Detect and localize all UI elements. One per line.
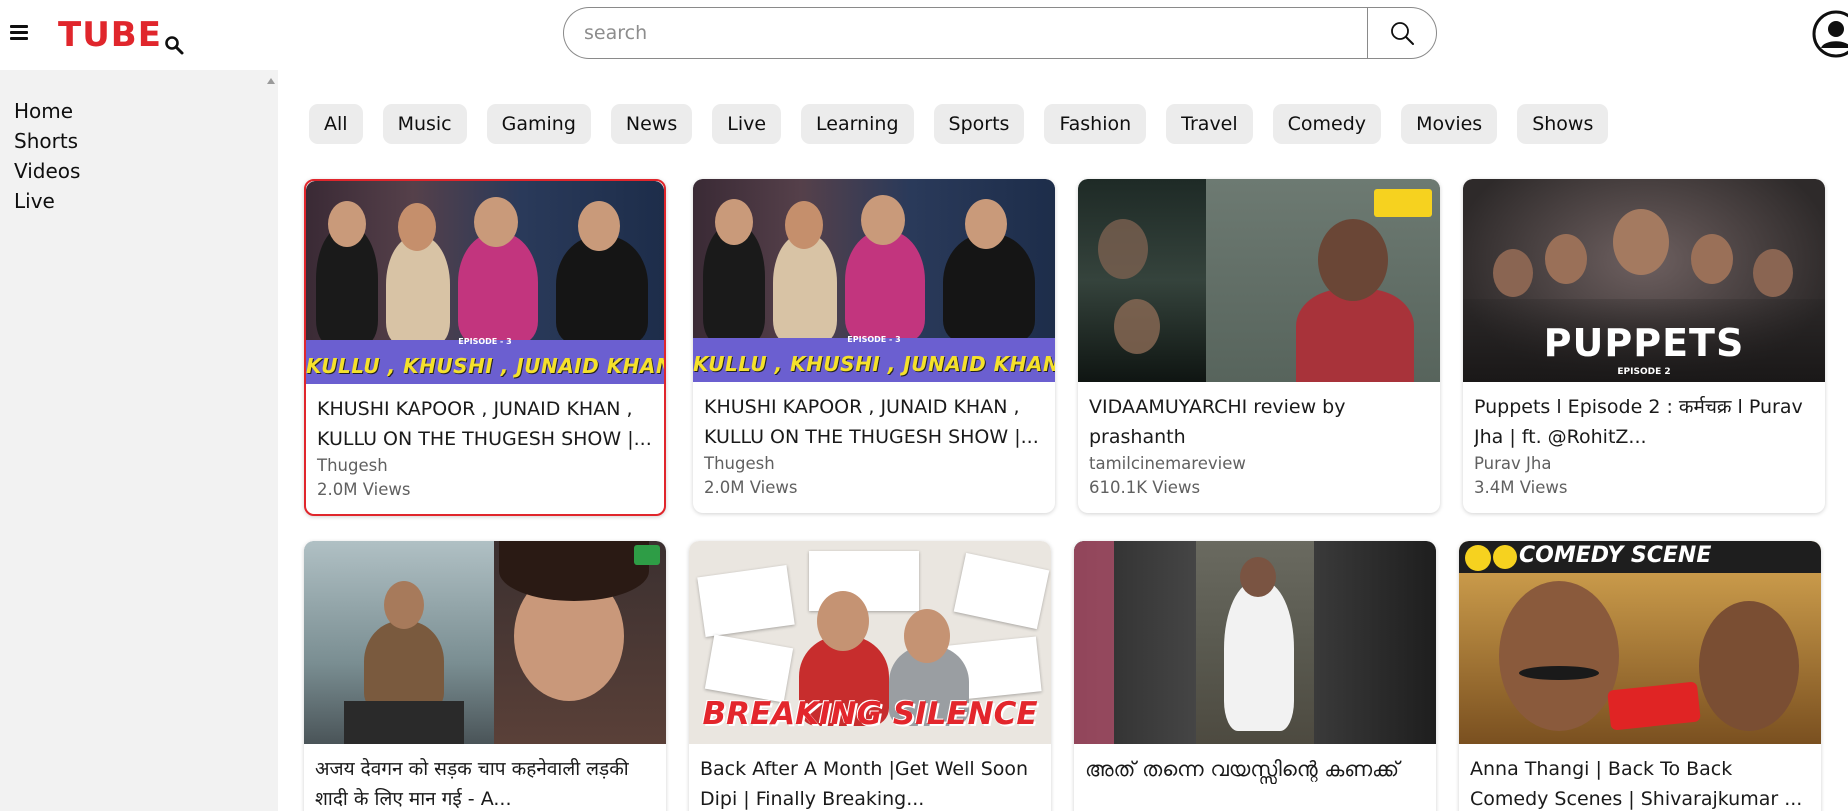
search-bar	[563, 7, 1437, 59]
video-title[interactable]: KHUSHI KAPOOR , JUNAID KHAN , KULLU ON T…	[704, 392, 1044, 452]
chip-learning[interactable]: Learning	[801, 104, 914, 144]
chip-all[interactable]: All	[309, 104, 363, 144]
thumbnail-caption: PUPPETS	[1543, 321, 1745, 365]
video-title[interactable]: अजय देवगन को सड़क चाप कहनेवाली लड़की शाद…	[315, 754, 655, 811]
sidebar-item-live[interactable]: Live	[14, 186, 80, 216]
chip-sports[interactable]: Sports	[933, 104, 1025, 144]
video-card[interactable]: BREAKING SILENCE Back After A Month |Get…	[689, 541, 1051, 811]
search-button[interactable]	[1367, 7, 1437, 59]
video-info: KHUSHI KAPOOR , JUNAID KHAN , KULLU ON T…	[306, 384, 664, 514]
chip-live[interactable]: Live	[712, 104, 782, 144]
chip-gaming[interactable]: Gaming	[486, 104, 591, 144]
view-count: 3.4M Views	[1474, 478, 1568, 497]
video-card[interactable]: EPISODE - 3 KULLU , KHUSHI , JUNAID KHAN…	[693, 179, 1055, 513]
chip-fashion[interactable]: Fashion	[1044, 104, 1147, 144]
chip-travel[interactable]: Travel	[1166, 104, 1253, 144]
video-title[interactable]: Puppets l Episode 2 : कर्मचक्र l Purav J…	[1474, 392, 1814, 452]
video-thumbnail[interactable]: PUPPETS EPISODE 2	[1463, 179, 1825, 382]
video-info: अजय देवगन को सड़क चाप कहनेवाली लड़की शाद…	[304, 744, 666, 811]
thumbnail-caption: BREAKING SILENCE	[702, 696, 1038, 732]
video-info: അത് തന്നെ വയസ്സിന്റെ കണക്ക്	[1074, 744, 1436, 796]
video-info: Puppets l Episode 2 : कर्मचक्र l Purav J…	[1463, 382, 1825, 512]
view-count: 610.1K Views	[1089, 478, 1201, 497]
hamburger-menu-icon[interactable]	[10, 22, 34, 46]
video-thumbnail[interactable]	[1074, 541, 1436, 744]
video-thumbnail[interactable]	[304, 541, 666, 744]
chip-shows[interactable]: Shows	[1517, 104, 1609, 144]
sidebar-item-shorts[interactable]: Shorts	[14, 126, 80, 156]
video-title[interactable]: Anna Thangi | Back To Back Comedy Scenes…	[1470, 754, 1810, 811]
chip-comedy[interactable]: Comedy	[1272, 104, 1382, 144]
search-icon	[1391, 22, 1414, 45]
video-thumbnail[interactable]: EPISODE - 3 KULLU , KHUSHI , JUNAID KHAN	[306, 181, 664, 384]
video-info: KHUSHI KAPOOR , JUNAID KHAN , KULLU ON T…	[693, 382, 1055, 512]
video-thumbnail[interactable]: BREAKING SILENCE	[689, 541, 1051, 744]
user-avatar-icon[interactable]	[1812, 10, 1848, 58]
chip-movies[interactable]: Movies	[1401, 104, 1498, 144]
sidebar-nav: Home Shorts Videos Live	[14, 96, 80, 216]
video-title[interactable]: KHUSHI KAPOOR , JUNAID KHAN , KULLU ON T…	[317, 394, 653, 454]
thumbnail-subcaption: EPISODE - 3	[847, 335, 901, 344]
channel-name[interactable]: tamilcinemareview	[1089, 452, 1429, 476]
top-bar: TUBE	[0, 0, 1848, 70]
video-title[interactable]: അത് തന്നെ വയസ്സിന്റെ കണക്ക്	[1085, 754, 1425, 784]
video-card[interactable]: EPISODE - 3 KULLU , KHUSHI , JUNAID KHAN…	[304, 179, 666, 516]
sidebar-item-home[interactable]: Home	[14, 96, 80, 126]
search-input[interactable]	[563, 7, 1367, 59]
video-card[interactable]: അത് തന്നെ വയസ്സിന്റെ കണക്ക്	[1074, 541, 1436, 811]
video-card[interactable]: अजय देवगन को सड़क चाप कहनेवाली लड़की शाद…	[304, 541, 666, 811]
logo-text: TUBE	[58, 15, 162, 55]
thumbnail-caption: COMEDY SCENE	[1519, 543, 1712, 568]
channel-name[interactable]: Purav Jha	[1474, 452, 1814, 476]
video-info: Anna Thangi | Back To Back Comedy Scenes…	[1459, 744, 1821, 811]
video-title[interactable]: Back After A Month |Get Well Soon Dipi |…	[700, 754, 1040, 811]
channel-name[interactable]: Thugesh	[317, 454, 653, 478]
chip-news[interactable]: News	[610, 104, 693, 144]
sidebar-scrollbar[interactable]	[264, 70, 278, 811]
video-thumbnail[interactable]: COMEDY SCENE	[1459, 541, 1821, 744]
video-thumbnail[interactable]: EPISODE - 3 KULLU , KHUSHI , JUNAID KHAN	[693, 179, 1055, 382]
thumbnail-caption: KULLU , KHUSHI , JUNAID KHAN	[306, 354, 664, 378]
view-count: 2.0M Views	[317, 480, 411, 499]
sidebar-item-videos[interactable]: Videos	[14, 156, 80, 186]
video-card[interactable]: PUPPETS EPISODE 2 Puppets l Episode 2 : …	[1463, 179, 1825, 513]
logo[interactable]: TUBE	[58, 14, 185, 56]
video-thumbnail[interactable]	[1078, 179, 1440, 382]
thumbnail-caption: KULLU , KHUSHI , JUNAID KHAN	[693, 352, 1055, 376]
thumbnail-subcaption: EPISODE - 3	[458, 337, 512, 346]
view-count: 2.0M Views	[704, 478, 798, 497]
channel-name[interactable]: Thugesh	[704, 452, 1044, 476]
scroll-up-arrow-icon[interactable]	[267, 78, 275, 84]
video-card[interactable]: COMEDY SCENE Anna Thangi | Back To Back …	[1459, 541, 1821, 811]
video-card[interactable]: VIDAAMUYARCHI review by prashanth tamilc…	[1078, 179, 1440, 513]
thumbnail-subcaption: EPISODE 2	[1617, 367, 1671, 377]
video-info: Back After A Month |Get Well Soon Dipi |…	[689, 744, 1051, 811]
chip-music[interactable]: Music	[382, 104, 467, 144]
category-chips: All Music Gaming News Live Learning Spor…	[309, 104, 1609, 144]
magnifier-icon	[165, 36, 184, 55]
video-info: VIDAAMUYARCHI review by prashanth tamilc…	[1078, 382, 1440, 512]
sidebar: Home Shorts Videos Live	[0, 70, 278, 811]
video-title[interactable]: VIDAAMUYARCHI review by prashanth	[1089, 392, 1429, 452]
